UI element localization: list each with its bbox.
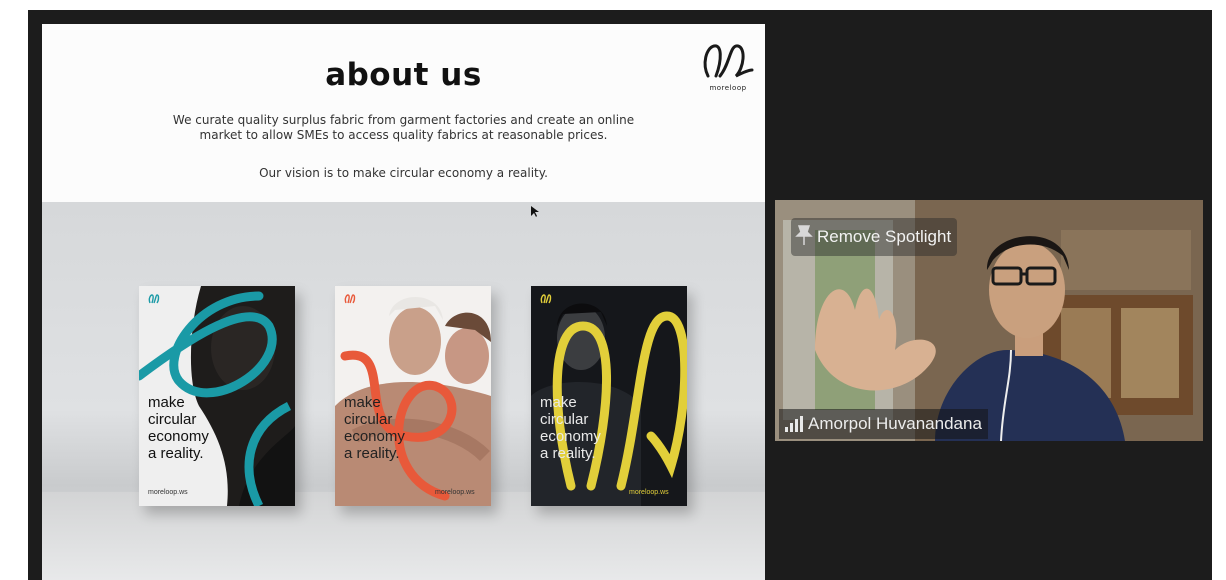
moreloop-loop-icon <box>703 44 754 78</box>
poster-url: moreloop.ws <box>435 489 475 496</box>
spotlight-pin-icon <box>795 224 813 251</box>
slide-poster-photo: make circular economy a reality. moreloo… <box>42 202 765 580</box>
remove-spotlight-label: Remove Spotlight <box>817 227 952 246</box>
poster-slogan-line: make <box>148 394 185 411</box>
poster-slogan: make circular economy a reality. <box>540 394 601 462</box>
mouse-cursor-icon <box>531 205 539 223</box>
slide-header: about us We curate quality surplus fabri… <box>42 24 765 202</box>
poster-slogan-line: make <box>540 394 577 411</box>
participant-name: Amorpol Huvanandana <box>808 414 982 433</box>
slide-description: We curate quality surplus fabric from ga… <box>142 113 665 143</box>
slide-description-line-1: We curate quality surplus fabric from ga… <box>172 113 635 127</box>
poster-slogan-line: a reality. <box>540 445 596 462</box>
poster-orange: make circular economy a reality. moreloo… <box>335 286 491 506</box>
poster-url: moreloop.ws <box>148 489 188 496</box>
participant-name-label: Amorpol Huvanandana <box>779 409 988 439</box>
slide-vision-statement: Our vision is to make circular economy a… <box>259 166 548 180</box>
poster-slogan-line: circular <box>148 411 197 428</box>
poster-url: moreloop.ws <box>629 489 669 496</box>
participant-video-tile[interactable]: Remove Spotlight Amorpol Huvanandana <box>775 200 1203 441</box>
connection-signal-icon <box>785 416 803 432</box>
poster-slogan-line: circular <box>344 411 393 428</box>
slide-description-line-2: market to allow SMEs to access quality f… <box>199 128 608 142</box>
poster-yellow: make circular economy a reality. moreloo… <box>531 286 687 506</box>
remove-spotlight-button[interactable]: Remove Spotlight <box>791 218 958 256</box>
poster-slogan-line: economy <box>540 428 601 445</box>
poster-slogan-line: economy <box>148 428 209 445</box>
poster-slogan-line: economy <box>344 428 405 445</box>
poster-slogan: make circular economy a reality. <box>148 394 209 462</box>
slide-title: about us <box>325 57 482 93</box>
moreloop-logo: moreloop <box>700 40 756 96</box>
poster-teal: make circular economy a reality. moreloo… <box>139 286 295 506</box>
poster-slogan-line: circular <box>540 411 589 428</box>
poster-slogan-line: a reality. <box>148 445 204 462</box>
poster-slogan-line: make <box>344 394 381 411</box>
shared-screen-slide: about us We curate quality surplus fabri… <box>42 24 765 580</box>
poster-slogan-line: a reality. <box>344 445 400 462</box>
poster-slogan: make circular economy a reality. <box>344 394 405 462</box>
moreloop-logo-text: moreloop <box>709 84 747 92</box>
